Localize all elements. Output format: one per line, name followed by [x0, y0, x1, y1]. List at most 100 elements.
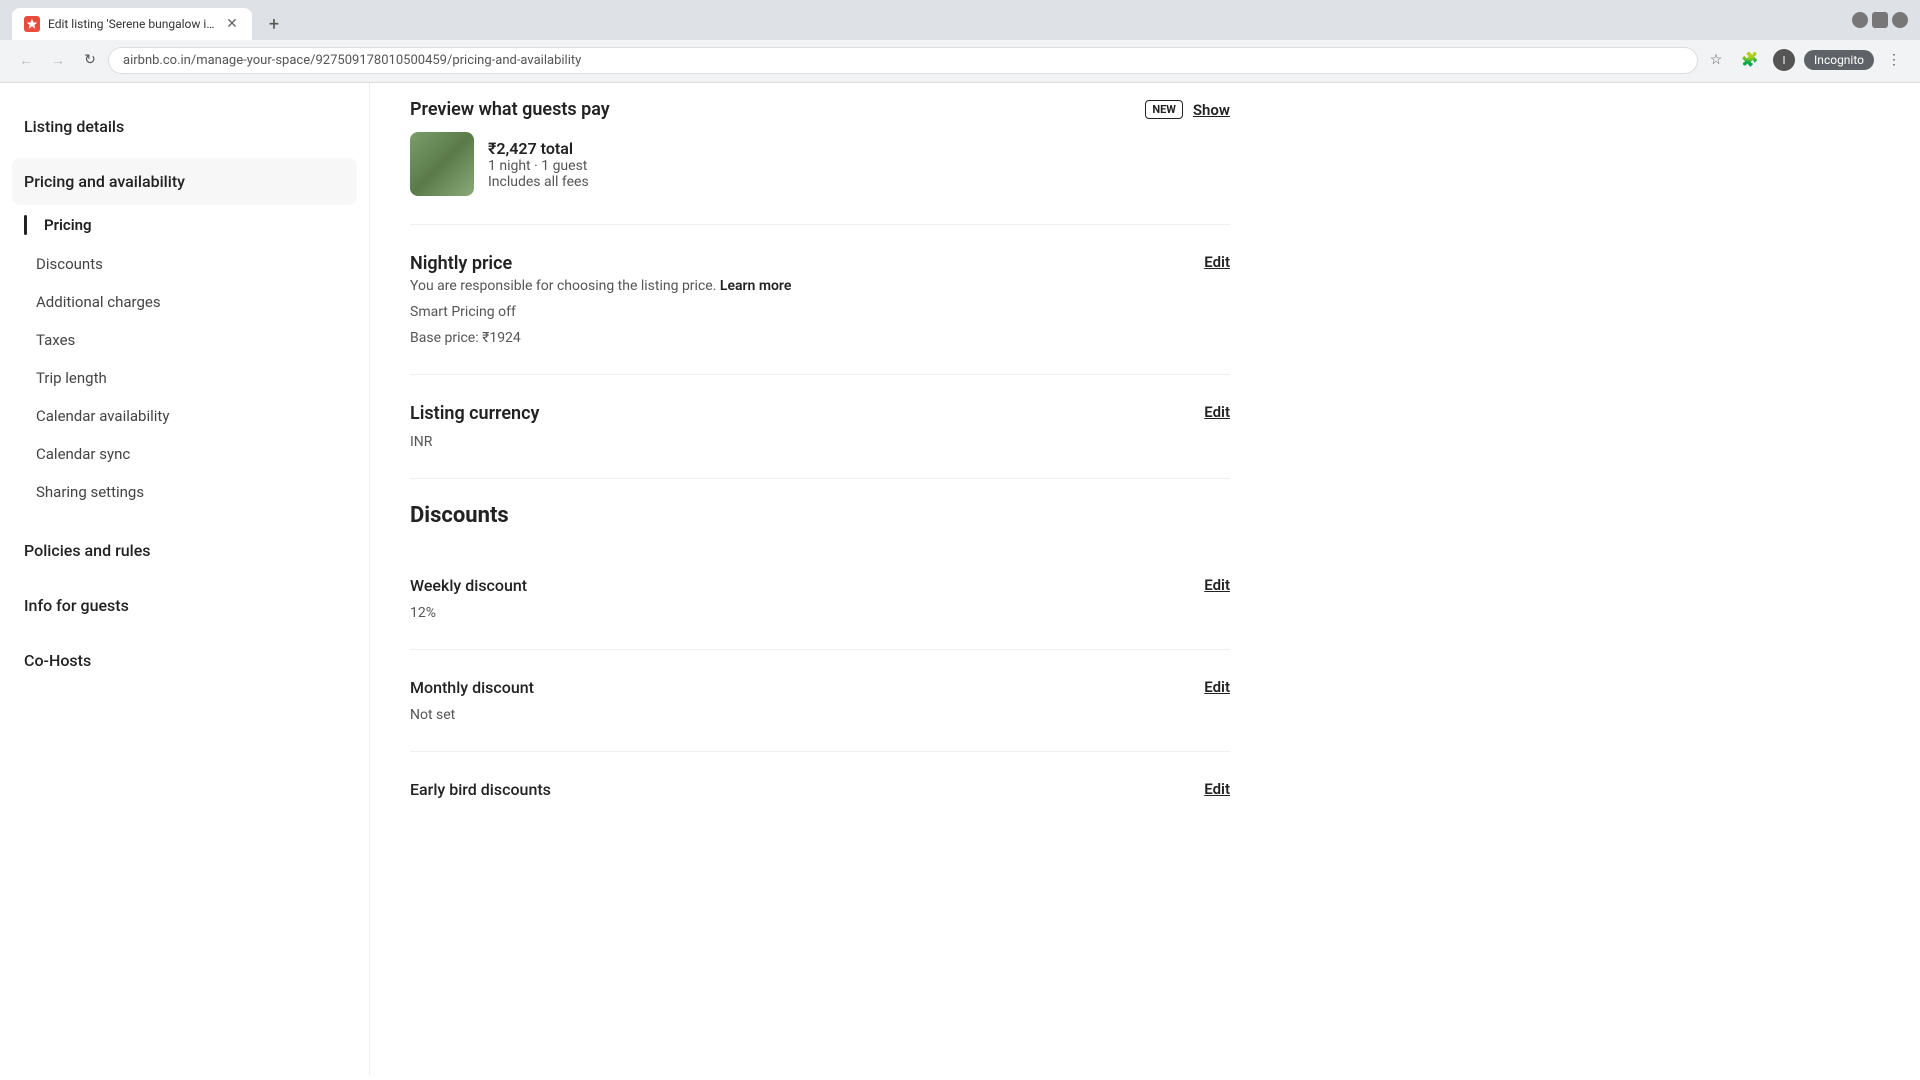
- sidebar-sub-item-calendar-sync[interactable]: Calendar sync: [0, 435, 369, 473]
- preview-total-price: ₹2,427 total: [488, 139, 1230, 158]
- weekly-discount-text-block: Weekly discount 12%: [410, 576, 527, 621]
- reload-button[interactable]: ↻: [76, 46, 104, 74]
- sidebar-sub-calendar-avail-label: Calendar availability: [36, 407, 169, 425]
- menu-icon[interactable]: ⋮: [1880, 46, 1908, 74]
- bookmark-icon[interactable]: ☆: [1702, 46, 1730, 74]
- listing-currency-edit-button[interactable]: Edit: [1184, 403, 1230, 421]
- preview-controls: NEW Show: [1145, 100, 1230, 119]
- listing-currency-section: Listing currency INR Edit: [410, 375, 1230, 479]
- preview-title: Preview what guests pay: [410, 99, 610, 120]
- extensions-icon[interactable]: 🧩: [1736, 46, 1764, 74]
- main-content: Preview what guests pay NEW Show ₹2,427 …: [370, 83, 1270, 1075]
- profile-icon[interactable]: I: [1770, 46, 1798, 74]
- preview-img-inner: [410, 132, 474, 196]
- nightly-price-header: Nightly price You are responsible for ch…: [410, 253, 1230, 346]
- sidebar-sub-item-sharing-settings[interactable]: Sharing settings: [0, 473, 369, 511]
- sidebar-item-policies-rules[interactable]: Policies and rules: [0, 527, 369, 574]
- sidebar-sub-item-pricing[interactable]: Pricing: [0, 205, 369, 245]
- smart-pricing-status: Smart Pricing off: [410, 304, 791, 320]
- sidebar-section-listing: Listing details: [0, 103, 369, 150]
- early-bird-title: Early bird discounts: [410, 780, 551, 799]
- discounts-heading-row: Discounts: [410, 479, 1230, 548]
- sidebar-sub-pricing-label: Pricing: [44, 216, 92, 234]
- address-bar[interactable]: airbnb.co.in/manage-your-space/927509178…: [108, 47, 1698, 74]
- early-bird-edit-button[interactable]: Edit: [1184, 780, 1230, 798]
- maximize-button[interactable]: [1872, 12, 1888, 28]
- monthly-discount-value: Not set: [410, 707, 534, 723]
- sidebar-sub-item-calendar-availability[interactable]: Calendar availability: [0, 397, 369, 435]
- learn-more-link[interactable]: Learn more: [720, 278, 791, 294]
- listing-currency-title: Listing currency: [410, 403, 539, 424]
- tab-favicon: [24, 16, 40, 32]
- preview-stay-info: 1 night · 1 guest: [488, 158, 1230, 174]
- browser-toolbar: ← → ↻ airbnb.co.in/manage-your-space/927…: [0, 40, 1920, 82]
- sidebar-sub-trip-length-label: Trip length: [36, 369, 107, 387]
- incognito-badge: Incognito: [1804, 50, 1874, 70]
- browser-tab-active[interactable]: Edit listing 'Serene bungalow in c... ✕: [12, 8, 252, 40]
- sidebar-sub-item-discounts[interactable]: Discounts: [0, 245, 369, 283]
- show-button[interactable]: Show: [1193, 101, 1230, 119]
- monthly-discount-header: Monthly discount Not set Edit: [410, 678, 1230, 723]
- listing-currency-header: Listing currency INR Edit: [410, 403, 1230, 450]
- sidebar-sub-additional-charges-label: Additional charges: [36, 293, 161, 311]
- sidebar-sub-calendar-sync-label: Calendar sync: [36, 445, 130, 463]
- browser-titlebar: Edit listing 'Serene bungalow in c... ✕ …: [0, 0, 1920, 40]
- sidebar-sub-item-additional-charges[interactable]: Additional charges: [0, 283, 369, 321]
- nightly-price-section: Nightly price You are responsible for ch…: [410, 225, 1230, 375]
- weekly-discount-title: Weekly discount: [410, 576, 527, 595]
- weekly-discount-section: Weekly discount 12% Edit: [410, 548, 1230, 650]
- sidebar-sub-item-trip-length[interactable]: Trip length: [0, 359, 369, 397]
- preview-text: ₹2,427 total 1 night · 1 guest Includes …: [488, 139, 1230, 190]
- browser-chrome: Edit listing 'Serene bungalow in c... ✕ …: [0, 0, 1920, 83]
- monthly-discount-edit-button[interactable]: Edit: [1184, 678, 1230, 696]
- sidebar-section-co-hosts: Co-Hosts: [0, 637, 369, 684]
- sidebar-sub-taxes-label: Taxes: [36, 331, 75, 349]
- nightly-price-edit-button[interactable]: Edit: [1184, 253, 1230, 271]
- url-text: airbnb.co.in/manage-your-space/927509178…: [123, 53, 581, 68]
- early-bird-header: Early bird discounts Edit: [410, 780, 1230, 803]
- weekly-discount-value: 12%: [410, 605, 527, 621]
- preview-content: Preview what guests pay NEW Show ₹2,427 …: [410, 99, 1230, 196]
- sidebar-sub-item-taxes[interactable]: Taxes: [0, 321, 369, 359]
- early-bird-section: Early bird discounts Edit: [410, 752, 1230, 831]
- page: Listing details Pricing and availability…: [0, 83, 1920, 1075]
- tab-title: Edit listing 'Serene bungalow in c...: [48, 17, 216, 31]
- sidebar-item-info-guests[interactable]: Info for guests: [0, 582, 369, 629]
- new-tab-button[interactable]: +: [260, 10, 288, 38]
- preview-header: Preview what guests pay NEW Show: [410, 99, 1230, 120]
- nightly-price-subtitle-text: You are responsible for choosing the lis…: [410, 278, 716, 294]
- close-button[interactable]: [1892, 12, 1908, 28]
- weekly-discount-header: Weekly discount 12% Edit: [410, 576, 1230, 621]
- new-badge: NEW: [1145, 100, 1183, 119]
- sidebar-section-info-guests: Info for guests: [0, 582, 369, 629]
- toolbar-icons: ☆ 🧩 I Incognito ⋮: [1702, 46, 1908, 74]
- sidebar-sub-items: Pricing Discounts Additional charges Tax…: [0, 205, 369, 519]
- sidebar-item-listing-details[interactable]: Listing details: [0, 103, 369, 150]
- sidebar-section-pricing: Pricing and availability Pricing Discoun…: [0, 158, 369, 519]
- nightly-price-title: Nightly price: [410, 253, 791, 274]
- listing-currency-value: INR: [410, 434, 539, 450]
- monthly-discount-text-block: Monthly discount Not set: [410, 678, 534, 723]
- preview-section: Preview what guests pay NEW Show ₹2,427 …: [410, 83, 1230, 225]
- sidebar-item-co-hosts[interactable]: Co-Hosts: [0, 637, 369, 684]
- tab-close-button[interactable]: ✕: [224, 16, 240, 32]
- monthly-discount-section: Monthly discount Not set Edit: [410, 650, 1230, 752]
- sidebar-sub-sharing-settings-label: Sharing settings: [36, 483, 144, 501]
- forward-button[interactable]: →: [44, 46, 72, 74]
- listing-currency-text-block: Listing currency INR: [410, 403, 539, 450]
- early-bird-text-block: Early bird discounts: [410, 780, 551, 803]
- preview-detail: ₹2,427 total 1 night · 1 guest Includes …: [410, 132, 1230, 196]
- preview-includes-fees: Includes all fees: [488, 174, 1230, 190]
- sidebar-section-policies: Policies and rules: [0, 527, 369, 574]
- preview-listing-image: [410, 132, 474, 196]
- sidebar: Listing details Pricing and availability…: [0, 83, 370, 1075]
- nightly-price-text-block: Nightly price You are responsible for ch…: [410, 253, 791, 346]
- weekly-discount-edit-button[interactable]: Edit: [1184, 576, 1230, 594]
- minimize-button[interactable]: [1852, 12, 1868, 28]
- sidebar-sub-discounts-label: Discounts: [36, 255, 103, 273]
- nightly-price-subtitle: You are responsible for choosing the lis…: [410, 278, 791, 294]
- sidebar-item-pricing-availability[interactable]: Pricing and availability: [12, 158, 357, 205]
- base-price-value: Base price: ₹1924: [410, 330, 791, 346]
- back-button[interactable]: ←: [12, 46, 40, 74]
- discounts-heading: Discounts: [410, 503, 1230, 528]
